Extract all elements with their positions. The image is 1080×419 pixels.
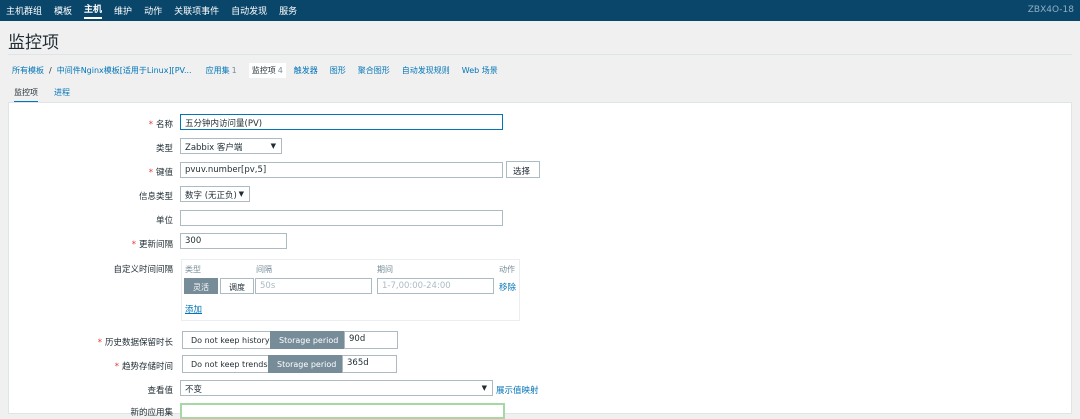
server-name: ZBX4O-18 — [1027, 5, 1074, 15]
required-marker: * — [148, 120, 153, 130]
required-marker: * — [114, 362, 119, 372]
custom-intervals-label: 自定义时间间隔 — [113, 265, 173, 275]
info-type-select[interactable]: 数字 (无正负) ▼ — [180, 186, 250, 202]
info-type-select-value: 数字 (无正负) — [185, 191, 237, 201]
key-label-text: 键值 — [155, 168, 173, 178]
trends-label: * 趋势存储时间 — [115, 360, 173, 372]
nav-host-groups[interactable]: 主机群组 — [6, 4, 42, 17]
update-interval-input[interactable]: 300 — [180, 233, 287, 249]
type-select[interactable]: Zabbix 客户端 ▼ — [180, 138, 282, 154]
dropdown-arrow-icon: ▼ — [270, 142, 276, 150]
select-key-button[interactable]: 选择 — [506, 161, 540, 178]
nav-hosts[interactable]: 主机 — [84, 2, 103, 19]
value-map-select[interactable]: 不变 ▼ — [180, 380, 493, 396]
breadcrumb-separator: / — [49, 66, 52, 75]
form-tabs: 监控项 进程 — [8, 83, 1072, 103]
history-do-not-keep-button[interactable]: Do not keep history — [182, 331, 279, 349]
breadcrumb: 所有模板 / 中间件Nginx模板[适用于Linux][PV... 应用集 1 监… — [12, 63, 510, 78]
nav-maintenance[interactable]: 维护 — [114, 4, 132, 17]
custom-intervals-action-header: 动作 — [499, 265, 515, 274]
required-marker: * — [148, 168, 153, 178]
required-marker: * — [131, 240, 136, 250]
interval-type-flexible-button[interactable]: 灵活 — [184, 278, 218, 294]
nav-event-correlation[interactable]: 关联项事件 — [174, 4, 219, 17]
nav-actions[interactable]: 动作 — [144, 4, 162, 17]
key-label: * 键值 — [149, 166, 173, 178]
breadcrumb-all-templates[interactable]: 所有模板 — [12, 65, 44, 76]
history-period-input[interactable]: 90d — [344, 331, 398, 349]
type-select-value: Zabbix 客户端 — [185, 143, 243, 153]
custom-intervals-interval-header: 间隔 — [256, 265, 272, 274]
history-label-text: 历史数据保留时长 — [104, 338, 173, 348]
history-label: * 历史数据保留时长 — [98, 336, 173, 348]
nav-services[interactable]: 服务 — [279, 4, 297, 17]
units-label: 单位 — [155, 216, 173, 226]
nav-templates[interactable]: 模板 — [54, 4, 72, 17]
key-input[interactable]: pvuv.number[pv,5] — [180, 162, 503, 178]
top-navigation: 主机群组 模板 主机 维护 动作 关联项事件 自动发现 服务 ZBX4O-18 — [0, 0, 1080, 21]
trends-storage-period-button[interactable]: Storage period — [268, 355, 346, 373]
update-interval-label: * 更新间隔 — [132, 238, 173, 250]
breadcrumb-items-count: 4 — [277, 66, 283, 75]
name-label-text: 名称 — [155, 120, 173, 130]
page-title: 监控项 — [8, 33, 59, 53]
update-interval-label-text: 更新间隔 — [138, 240, 173, 250]
interval-input[interactable]: 50s — [255, 278, 372, 294]
breadcrumb-triggers[interactable]: 触发器 — [294, 65, 318, 76]
name-input[interactable]: 五分钟内访问量(PV) — [180, 114, 503, 130]
tab-item[interactable]: 监控项 — [14, 87, 38, 103]
breadcrumb-items[interactable]: 监控项 4 — [248, 63, 286, 78]
value-map-select-value: 不变 — [185, 385, 203, 395]
tab-preprocessing[interactable]: 进程 — [54, 87, 70, 98]
interval-type-scheduling-button[interactable]: 调度 — [220, 278, 254, 294]
dropdown-arrow-icon: ▼ — [481, 384, 487, 392]
name-label: * 名称 — [149, 118, 173, 130]
new-application-input[interactable] — [180, 403, 505, 419]
breadcrumb-screens[interactable]: 聚合图形 — [358, 65, 390, 76]
custom-intervals-type-header: 类型 — [185, 265, 201, 274]
value-map-label: 查看值 — [147, 386, 173, 396]
breadcrumb-applications[interactable]: 应用集 1 — [206, 65, 237, 76]
title-divider — [8, 54, 1072, 55]
info-type-label: 信息类型 — [138, 192, 173, 202]
trends-do-not-keep-button[interactable]: Do not keep trends — [182, 355, 277, 373]
period-input[interactable]: 1-7,00:00-24:00 — [377, 278, 494, 294]
remove-interval-link[interactable]: 移除 — [499, 281, 516, 293]
dropdown-arrow-icon: ▼ — [238, 190, 244, 198]
custom-intervals-period-header: 期间 — [377, 265, 393, 274]
breadcrumb-applications-label: 应用集 — [205, 66, 230, 75]
breadcrumb-discovery-rules[interactable]: 自动发现规则 — [402, 65, 450, 76]
units-input[interactable] — [180, 210, 503, 226]
nav-discovery[interactable]: 自动发现 — [231, 4, 267, 17]
trends-period-input[interactable]: 365d — [342, 355, 397, 373]
add-interval-link[interactable]: 添加 — [185, 303, 202, 315]
trends-label-text: 趋势存储时间 — [121, 362, 173, 372]
breadcrumb-template-name[interactable]: 中间件Nginx模板[适用于Linux][PV... — [57, 65, 192, 76]
breadcrumb-items-label: 监控项 — [251, 66, 276, 75]
type-label: 类型 — [155, 144, 173, 154]
required-marker: * — [97, 338, 102, 348]
breadcrumb-graphs[interactable]: 图形 — [330, 65, 346, 76]
new-application-label: 新的应用集 — [130, 408, 173, 418]
breadcrumb-applications-count: 1 — [231, 66, 237, 75]
custom-intervals-table: 类型 间隔 期间 动作 灵活 调度 50s 1-7,00:00-24:00 移除… — [181, 259, 520, 321]
breadcrumb-web-scenarios[interactable]: Web 场景 — [462, 65, 498, 76]
history-storage-period-button[interactable]: Storage period — [270, 331, 348, 349]
show-value-mappings-link[interactable]: 展示值映射 — [496, 384, 539, 396]
